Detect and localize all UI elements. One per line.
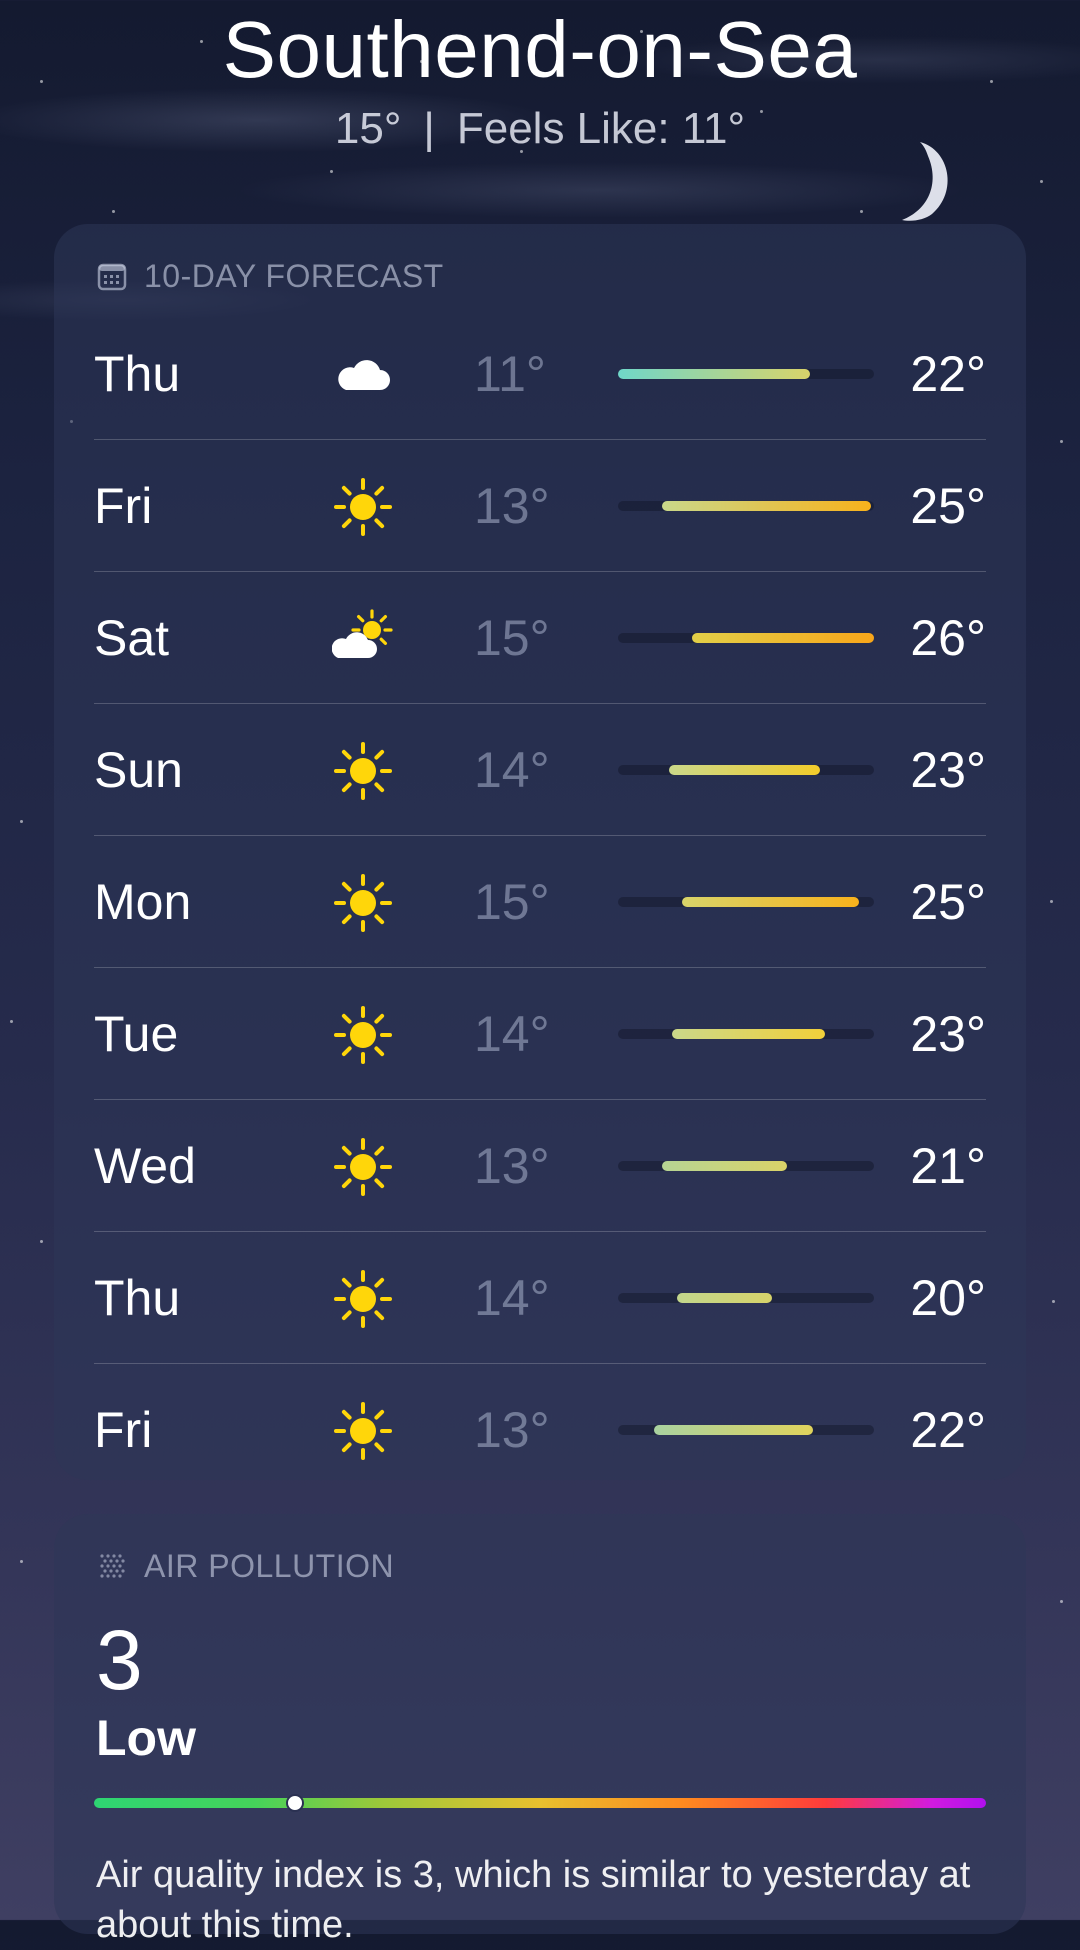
temperature-range-track	[618, 369, 874, 379]
temperature-range-track	[618, 633, 874, 643]
star	[1060, 440, 1063, 443]
high-temperature: 26°	[910, 610, 986, 666]
forecast-row[interactable]: Thu 14° 20°	[94, 1232, 986, 1364]
temperature-range-track	[618, 1161, 874, 1171]
location-header: Southend-on-Sea 15° | Feels Like: 11°	[0, 0, 1080, 158]
forecast-row[interactable]: Mon 15° 25°	[94, 836, 986, 968]
aqi-value: 3	[96, 1613, 143, 1707]
low-temperature: 14°	[474, 1006, 550, 1062]
aqi-marker	[285, 1794, 304, 1812]
temperature-range-track	[618, 897, 874, 907]
forecast-row[interactable]: Sun 14° 23°	[94, 704, 986, 836]
star	[1060, 1600, 1063, 1603]
low-temperature: 13°	[474, 478, 550, 534]
air-pollution-header: AIR POLLUTION	[96, 1544, 394, 1588]
current-conditions: 15° | Feels Like: 11°	[0, 100, 1080, 158]
temperature-range-track	[618, 501, 874, 511]
city-name: Southend-on-Sea	[222, 5, 858, 94]
high-temperature: 20°	[910, 1270, 986, 1326]
high-temperature: 22°	[910, 346, 986, 402]
partly-sunny-icon	[331, 608, 394, 670]
forecast-title: 10-DAY FORECAST	[144, 257, 444, 294]
temperature-range-track	[618, 1425, 874, 1435]
high-temperature: 22°	[910, 1402, 986, 1458]
star	[20, 820, 23, 823]
day-label: Mon	[94, 874, 192, 930]
sun-icon	[332, 1004, 394, 1066]
day-label: Thu	[94, 346, 181, 402]
low-temperature: 13°	[474, 1138, 550, 1194]
day-label: Fri	[94, 478, 153, 534]
star	[1050, 900, 1053, 903]
cloud-icon	[332, 344, 394, 406]
temperature-range-bar	[669, 765, 821, 775]
low-temperature: 14°	[474, 1270, 550, 1326]
forecast-row[interactable]: Wed 13° 21°	[94, 1100, 986, 1232]
temperature-range-track	[618, 765, 874, 775]
temperature-range-bar	[661, 501, 872, 511]
day-label: Tue	[94, 1006, 179, 1062]
low-temperature: 11°	[474, 346, 546, 402]
forecast-row[interactable]: Fri 13° 22°	[94, 1364, 986, 1496]
aqi-label: Low	[96, 1710, 196, 1766]
low-temperature: 15°	[474, 610, 550, 666]
high-temperature: 21°	[910, 1138, 986, 1194]
separator: |	[423, 104, 435, 153]
temperature-range-track	[618, 1293, 874, 1303]
forecast-row[interactable]: Tue 14° 23°	[94, 968, 986, 1100]
star	[20, 1560, 23, 1563]
day-label: Thu	[94, 1270, 181, 1326]
temperature-range-bar	[671, 1029, 826, 1039]
calendar-icon	[97, 263, 127, 291]
star	[40, 1240, 43, 1243]
high-temperature: 25°	[910, 874, 986, 930]
sun-icon	[332, 740, 394, 802]
temperature-range-bar	[618, 369, 810, 379]
low-temperature: 13°	[474, 1402, 550, 1458]
air-dots-icon	[100, 1554, 125, 1578]
day-label: Sat	[94, 610, 170, 666]
feels-like: Feels Like: 11°	[456, 104, 746, 153]
sun-icon	[332, 872, 394, 934]
day-label: Sun	[94, 742, 183, 798]
temperature-range-track	[618, 1029, 874, 1039]
high-temperature: 23°	[910, 742, 986, 798]
aqi-description: Air quality index is 3, which is similar…	[96, 1854, 971, 1946]
low-temperature: 14°	[474, 742, 550, 798]
high-temperature: 25°	[910, 478, 986, 534]
forecast-row[interactable]: Sat 15° 26°	[94, 572, 986, 704]
temperature-range-bar	[692, 633, 874, 643]
day-label: Fri	[94, 1402, 153, 1458]
temperature-range-bar	[661, 1161, 787, 1171]
sun-icon	[332, 1400, 394, 1462]
temperature-range-bar	[676, 1293, 772, 1303]
low-temperature: 15°	[474, 874, 550, 930]
star	[10, 1020, 13, 1023]
star	[1040, 180, 1043, 183]
aqi-scale-bar	[94, 1794, 986, 1812]
sun-icon	[332, 1136, 394, 1198]
air-pollution-card[interactable]: AIR POLLUTION 3 Low Air quality index is…	[54, 1514, 1026, 1946]
temperature-range-bar	[682, 897, 859, 907]
forecast-row[interactable]: Fri 13° 25°	[94, 440, 986, 572]
star	[1052, 1300, 1055, 1303]
current-temperature: 15°	[334, 104, 402, 153]
forecast-row[interactable]: Thu 11° 22°	[94, 308, 986, 440]
forecast-header: 10-DAY FORECAST	[96, 254, 444, 298]
star	[112, 210, 115, 213]
temperature-range-bar	[653, 1425, 813, 1435]
day-label: Wed	[94, 1138, 196, 1194]
sun-icon	[332, 1268, 394, 1330]
sun-icon	[332, 476, 394, 538]
air-pollution-title: AIR POLLUTION	[144, 1547, 395, 1584]
star	[860, 210, 863, 213]
ten-day-forecast-card[interactable]: 10-DAY FORECAST Thu 11° 22° Fri 13° 25° Sat 15°…	[54, 224, 1026, 1480]
high-temperature: 23°	[910, 1006, 986, 1062]
star	[330, 170, 333, 173]
